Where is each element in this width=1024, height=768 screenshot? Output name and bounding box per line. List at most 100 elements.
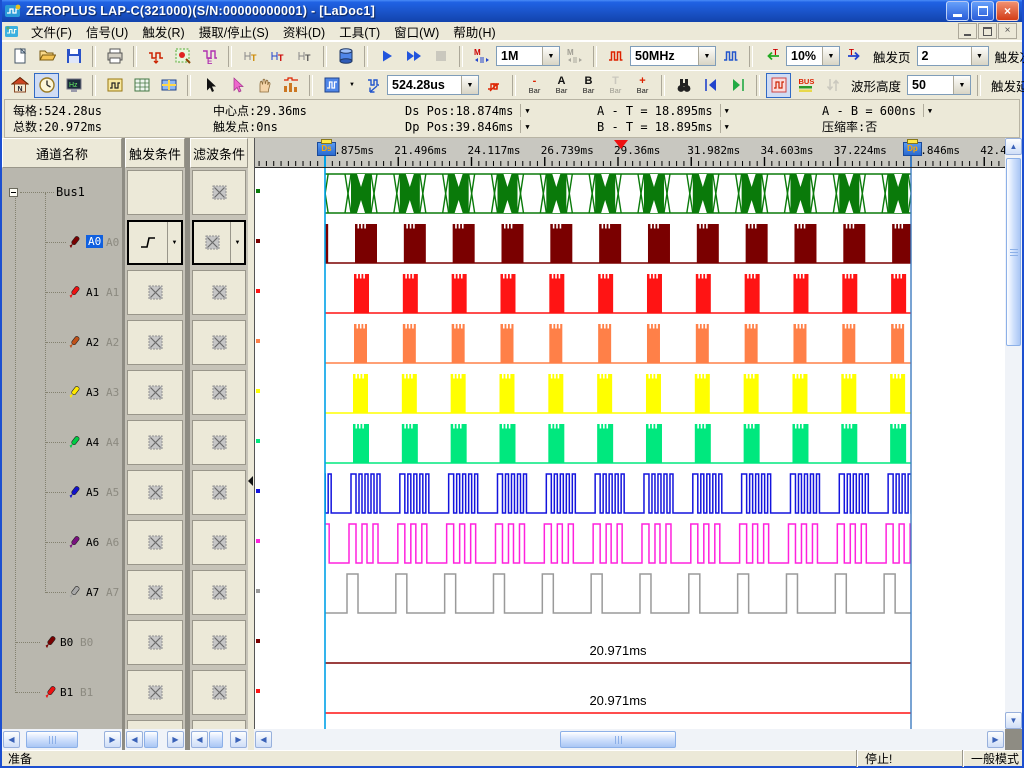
channel-row-a7[interactable]: A7A7 xyxy=(2,568,122,618)
panel-splitter[interactable] xyxy=(248,138,254,750)
goto-end-icon[interactable] xyxy=(725,73,750,98)
wave-a3[interactable] xyxy=(304,374,1003,413)
filter-cell-extra[interactable] xyxy=(192,720,246,729)
menu-data[interactable]: 资料(D) xyxy=(276,21,332,42)
menu-file[interactable]: 文件(F) xyxy=(24,21,79,42)
trigger-pos-right-icon[interactable]: T xyxy=(842,44,867,69)
new-doc-icon[interactable] xyxy=(7,44,32,69)
wave-height-combo-arrow[interactable]: ▼ xyxy=(953,76,970,94)
close-button[interactable]: × xyxy=(996,1,1019,21)
b-t-dropdown[interactable]: ▼ xyxy=(720,120,733,133)
frequency-combo[interactable]: 50MHz▼ xyxy=(630,46,716,66)
channel-name-label[interactable]: B1 xyxy=(60,686,73,699)
scroll-right-button[interactable]: ▶ xyxy=(230,731,247,748)
filter-cell-a1[interactable] xyxy=(192,270,246,315)
filter-cell-a2[interactable] xyxy=(192,320,246,365)
channel-row-a2[interactable]: A2A2 xyxy=(2,318,122,368)
hscroll-thumb[interactable] xyxy=(26,731,78,748)
channel-row-a0[interactable]: A0A0 xyxy=(2,218,122,268)
title-bar[interactable]: ZEROPLUS LAP-C(321000)(S/N:00000000001) … xyxy=(2,0,1022,22)
filter-cell-a5[interactable] xyxy=(192,470,246,515)
trigger-setup-icon[interactable] xyxy=(170,44,195,69)
wave-b0[interactable]: 20.971ms xyxy=(325,643,911,663)
bar-b-button[interactable]: BBar xyxy=(576,73,601,97)
trigger-cell-a1[interactable] xyxy=(127,270,183,315)
channel-name-label[interactable]: A0 xyxy=(86,235,103,248)
wave-mode-dropdown[interactable]: ▼ xyxy=(346,75,358,96)
sync-icon[interactable] xyxy=(820,73,845,98)
zoom-prev-icon[interactable] xyxy=(481,73,506,98)
goto-a-pointer-icon[interactable]: T xyxy=(238,44,263,69)
filter-cell-a0[interactable]: ▼ xyxy=(192,220,246,265)
goto-trigger-icon[interactable]: T xyxy=(265,44,290,69)
wave-a1[interactable] xyxy=(305,274,1004,313)
wave-a2[interactable] xyxy=(305,324,1002,363)
menu-signal[interactable]: 信号(U) xyxy=(79,21,135,42)
channel-name-label[interactable]: A6 xyxy=(86,536,99,549)
scroll-left-button[interactable]: ◀ xyxy=(126,731,143,748)
channel-name-scrollbar[interactable]: ◀ ▶ xyxy=(2,729,122,750)
pulse-width-icon[interactable] xyxy=(766,73,791,98)
a-b-dropdown[interactable]: ▼ xyxy=(923,104,936,117)
scroll-left-button[interactable]: ◀ xyxy=(255,731,272,748)
scroll-left-button[interactable]: ◀ xyxy=(191,731,208,748)
memory-depth-combo[interactable]: 1M▼ xyxy=(496,46,560,66)
trigger-cell-b0[interactable] xyxy=(127,620,183,665)
trigger-cell-a6[interactable] xyxy=(127,520,183,565)
scroll-left-button[interactable]: ◀ xyxy=(3,731,20,748)
channel-row-a4[interactable]: A4A4 xyxy=(2,418,122,468)
filter-cell-b1[interactable] xyxy=(192,670,246,715)
goto-b-pointer-icon[interactable]: T xyxy=(292,44,317,69)
ds-pos-dropdown[interactable]: ▼ xyxy=(520,104,533,117)
print-icon[interactable] xyxy=(102,44,127,69)
repeat-run-icon[interactable] xyxy=(401,44,426,69)
frequency-counter-icon[interactable]: Hz xyxy=(61,73,86,98)
tree-collapse-button[interactable] xyxy=(9,188,18,197)
trigger-ratio-combo[interactable]: 10%▼ xyxy=(786,46,840,66)
filter-cell-bus1[interactable] xyxy=(192,170,246,215)
channel-name-label[interactable]: A3 xyxy=(86,386,99,399)
filter-cell-a3[interactable] xyxy=(192,370,246,415)
trigger-dropdown[interactable]: ▼ xyxy=(167,222,181,263)
wave-a0[interactable] xyxy=(306,224,1005,263)
trigger-cell-bus1[interactable] xyxy=(127,170,183,215)
waveform-plot[interactable]: 20.971ms 20.971ms xyxy=(255,168,1005,729)
select-pointer-icon[interactable] xyxy=(197,73,222,98)
waveform-vscrollbar[interactable]: ▲ ▼ xyxy=(1005,138,1022,729)
wave-a4[interactable] xyxy=(304,424,1004,463)
trigger-cell-a5[interactable] xyxy=(127,470,183,515)
timeline-ruler[interactable]: 18.875ms21.496ms24.117ms26.739ms29.36ms3… xyxy=(255,138,1005,168)
trigger-cell-a3[interactable] xyxy=(127,370,183,415)
trigger-cell-b1[interactable] xyxy=(127,670,183,715)
zoom-fit-icon[interactable] xyxy=(360,73,385,98)
open-icon[interactable] xyxy=(34,44,59,69)
scroll-up-button[interactable]: ▲ xyxy=(1005,138,1022,155)
vscroll-thumb[interactable] xyxy=(1006,158,1021,346)
trigger-page-combo[interactable]: 2▼ xyxy=(917,46,989,66)
menu-window[interactable]: 窗口(W) xyxy=(387,21,446,42)
wave-bus1[interactable] xyxy=(296,174,1005,213)
trigger-cell-a4[interactable] xyxy=(127,420,183,465)
memory-page-icon[interactable]: M xyxy=(562,44,587,69)
waveform-canvas[interactable]: 20.971ms 20.971ms xyxy=(255,168,1005,729)
stop-icon[interactable] xyxy=(428,44,453,69)
clock-icon[interactable] xyxy=(34,73,59,98)
wave-height-combo[interactable]: 50▼ xyxy=(907,75,971,95)
channel-row-b0[interactable]: B0B0 xyxy=(2,618,122,668)
hscroll-thumb[interactable] xyxy=(144,731,158,748)
multi-pointer-icon[interactable] xyxy=(224,73,249,98)
wave-b1[interactable]: 20.971ms xyxy=(325,693,911,713)
hscroll-thumb[interactable] xyxy=(209,731,223,748)
dp-marker[interactable]: Dp xyxy=(903,142,922,156)
bar-t-button[interactable]: TBar xyxy=(603,73,628,97)
home-icon[interactable]: N xyxy=(7,73,32,98)
scale-combo[interactable]: 524.28us▼ xyxy=(387,75,479,95)
mdi-close-button[interactable]: × xyxy=(998,23,1017,39)
analyzer-icon[interactable] xyxy=(333,44,358,69)
trigger-cell-extra[interactable] xyxy=(127,720,183,729)
filter-column-scrollbar[interactable]: ◀ ▶ xyxy=(190,729,248,750)
sampling-setup-icon[interactable] xyxy=(143,44,168,69)
waveform-hscrollbar[interactable]: ◀ ▶ xyxy=(254,729,1005,750)
wave-a6[interactable] xyxy=(276,524,1005,563)
channel-name-label[interactable]: A5 xyxy=(86,486,99,499)
